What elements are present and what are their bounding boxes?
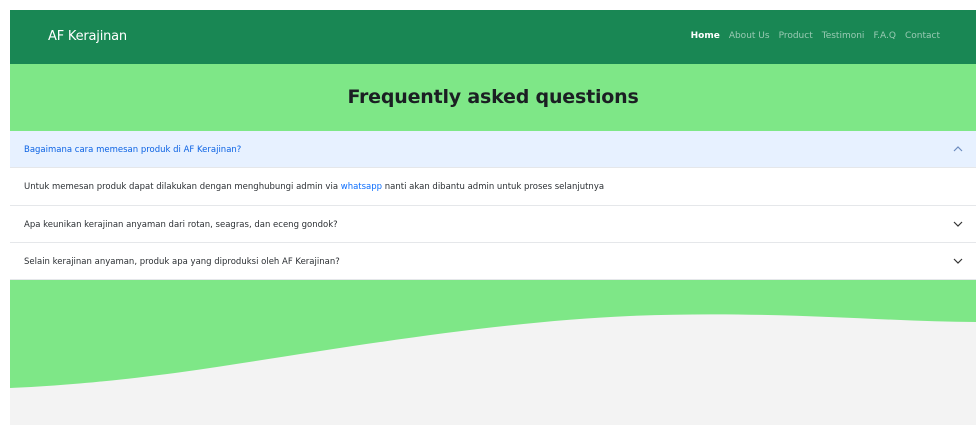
faq-question-2[interactable]: Apa keunikan kerajinan anyaman dari rota… [10, 206, 976, 243]
faq-answer-1-before: Untuk memesan produk dapat dilakukan den… [24, 182, 341, 192]
faq-question-1-text: Bagaimana cara memesan produk di AF Kera… [24, 145, 242, 155]
chevron-up-icon [953, 146, 963, 152]
faq-accordion: Bagaimana cara memesan produk di AF Kera… [10, 131, 976, 280]
wave-decoration [10, 280, 976, 425]
faq-question-3-text: Selain kerajinan anyaman, produk apa yan… [24, 257, 340, 267]
navbar: AF Kerajinan Home About Us Product Testi… [10, 10, 976, 64]
nav-link-product[interactable]: Product [779, 31, 813, 41]
nav-links: Home About Us Product Testimoni F.A.Q Co… [691, 31, 940, 41]
nav-link-contact[interactable]: Contact [905, 31, 940, 41]
faq-title: Frequently asked questions [347, 86, 639, 108]
nav-link-faq[interactable]: F.A.Q [873, 31, 896, 41]
page: AF Kerajinan Home About Us Product Testi… [10, 10, 976, 425]
faq-answer-1: Untuk memesan produk dapat dilakukan den… [10, 168, 976, 206]
faq-answer-1-text: Untuk memesan produk dapat dilakukan den… [24, 182, 604, 192]
chevron-down-icon [953, 258, 963, 264]
nav-link-home[interactable]: Home [691, 31, 720, 41]
faq-question-3[interactable]: Selain kerajinan anyaman, produk apa yan… [10, 243, 976, 280]
brand-logo[interactable]: AF Kerajinan [48, 29, 127, 44]
faq-answer-1-after: nanti akan dibantu admin untuk proses se… [382, 182, 605, 192]
faq-question-1[interactable]: Bagaimana cara memesan produk di AF Kera… [10, 131, 976, 168]
whatsapp-link[interactable]: whatsapp [341, 182, 382, 192]
nav-link-about-us[interactable]: About Us [729, 31, 770, 41]
faq-question-2-text: Apa keunikan kerajinan anyaman dari rota… [24, 220, 338, 230]
chevron-down-icon [953, 221, 963, 227]
nav-link-testimoni[interactable]: Testimoni [822, 31, 865, 41]
